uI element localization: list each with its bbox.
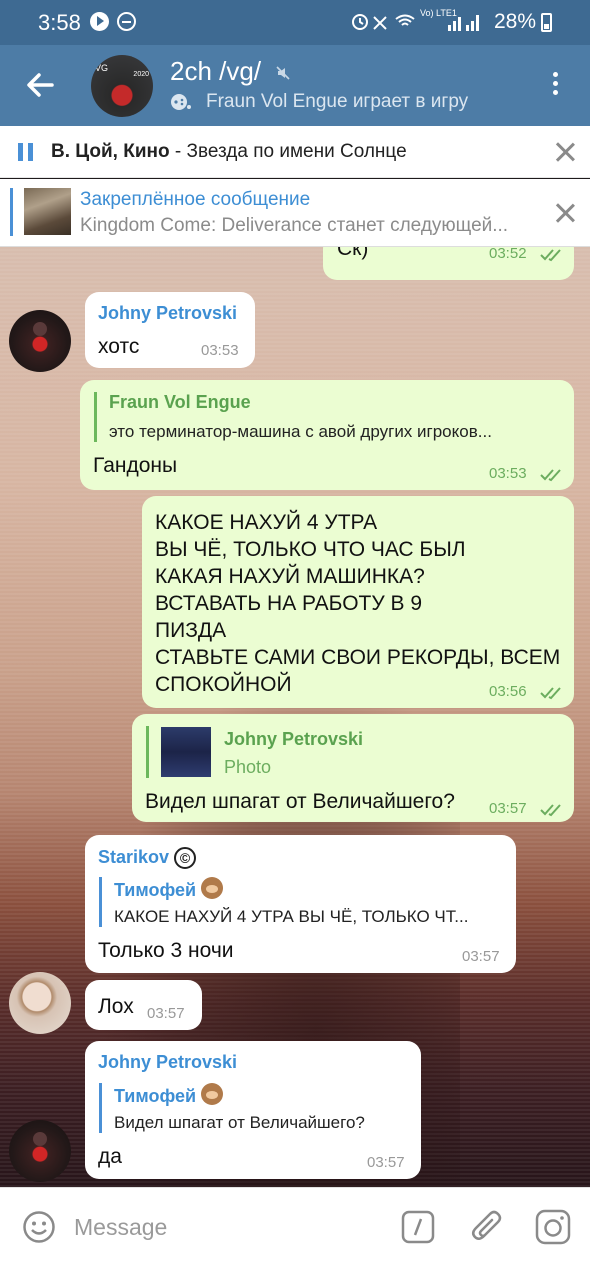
chat-header: VG 2020 2ch /vg/ Fraun Vol Engue играет … [0, 45, 590, 126]
message-time: 03:57 [489, 800, 527, 817]
reply-sender[interactable]: Johny Petrovski [224, 729, 363, 750]
message-time: 03:53 [201, 342, 239, 359]
message-outgoing[interactable]: Johny Petrovski Photo Видел шпагат от Ве… [132, 714, 574, 822]
message-outgoing[interactable]: КАКОЕ НАХУЙ 4 УТРА ВЫ ЧЁ, ТОЛЬКО ЧТО ЧАС… [142, 496, 574, 708]
reply-accent [99, 1083, 102, 1133]
message-text: Гандоны [93, 454, 178, 477]
message-line: ВСТАВАТЬ НА РАБОТУ В 9 [155, 592, 423, 615]
track-separator: - [169, 141, 187, 162]
reply-sender[interactable]: Fraun Vol Engue [109, 392, 251, 413]
camera-icon[interactable] [535, 1209, 571, 1245]
reply-text: Видел шпагат от Величайшего? [114, 1113, 365, 1132]
read-checks-icon [540, 687, 561, 700]
pinned-message-bar[interactable]: Закреплённое сообщение Kingdom Come: Del… [0, 179, 590, 247]
message-time: 03:52 [489, 247, 527, 262]
read-checks-icon [540, 469, 561, 482]
message-outgoing[interactable]: Fraun Vol Engue это терминатор-машина с … [80, 380, 574, 490]
message-line: СПОКОЙНОЙ [155, 673, 292, 696]
message-line: ПИЗДА [155, 619, 227, 642]
pinned-accent-line [10, 188, 13, 236]
message-incoming[interactable]: Johny Petrovski хотс 03:53 [85, 292, 255, 368]
message-incoming[interactable]: Лох 03:57 [85, 980, 202, 1030]
track-title: Звезда по имени Солнце [186, 141, 407, 162]
message-time: 03:57 [462, 948, 500, 965]
bot-commands-icon[interactable] [401, 1210, 435, 1244]
monkey-emoji-icon [201, 877, 224, 899]
message-time: 03:56 [489, 683, 527, 700]
pause-icon[interactable] [18, 143, 34, 161]
message-line: СТАВЬТЕ САМИ СВОИ РЕКОРДЫ, ВСЕМ [155, 646, 561, 669]
message-time: 03:57 [147, 1005, 185, 1022]
read-checks-icon [540, 249, 561, 262]
avatar-text: VG [95, 63, 109, 73]
close-player-icon[interactable] [555, 142, 575, 162]
reply-text: Photo [224, 757, 272, 777]
message-input-bar [0, 1187, 590, 1280]
dnd-icon [117, 12, 136, 31]
avatar-year: 2020 [133, 71, 149, 78]
read-checks-icon [540, 804, 561, 817]
message-time: 03:57 [367, 1154, 405, 1171]
gamepad-icon [171, 94, 191, 110]
message-time: 03:53 [489, 465, 527, 482]
network-icons [352, 11, 482, 38]
alarm-mute-wifi-signal-icon [352, 14, 479, 31]
reply-text: это терминатор-машина с авой других игро… [109, 422, 492, 441]
close-pinned-icon[interactable] [555, 203, 575, 223]
sender-badge: © [174, 847, 197, 869]
message-incoming[interactable]: Johny Petrovski Тимофей Видел шпагат от … [85, 1041, 421, 1179]
message-text: да [98, 1145, 122, 1168]
lte-label: Vo) LTE1 [420, 8, 457, 18]
message-outgoing[interactable]: Ск) 03:52 [323, 247, 574, 280]
message-incoming[interactable]: Starikov © Тимофей КАКОЕ НАХУЙ 4 УТРА ВЫ… [85, 835, 516, 973]
reply-sender[interactable]: Тимофей [114, 877, 224, 901]
music-player-bar[interactable]: В. Цой, Кино - Звезда по имени Солнце [0, 126, 590, 178]
message-text: Ск) [337, 247, 369, 260]
emoji-icon[interactable] [22, 1210, 56, 1244]
message-text: Лох [98, 995, 134, 1018]
track-artist: В. Цой, Кино [51, 141, 170, 162]
status-bar: 3:58 Vo) LTE1 28% [0, 0, 590, 45]
reply-accent [99, 877, 102, 927]
message-text: Только 3 ночи [98, 939, 234, 962]
battery-icon [541, 13, 552, 32]
sender-avatar[interactable] [9, 1120, 71, 1182]
reply-accent [94, 392, 97, 442]
chat-title[interactable]: 2ch /vg/ [170, 56, 261, 87]
pinned-title: Закреплённое сообщение [80, 189, 311, 210]
sender-avatar[interactable] [9, 310, 71, 372]
message-line: КАКАЯ НАХУЙ МАШИНКА? [155, 565, 425, 588]
message-line: ВЫ ЧЁ, ТОЛЬКО ЧТО ЧАС БЫЛ [155, 538, 466, 561]
sender-name[interactable]: Johny Petrovski [98, 1052, 237, 1073]
reply-accent [146, 726, 149, 778]
media-play-icon [90, 12, 109, 31]
message-line: КАКОЕ НАХУЙ 4 УТРА [155, 511, 378, 534]
chat-subtitle: Fraun Vol Engue играет в игру [206, 91, 469, 112]
message-text: хотс [98, 335, 140, 358]
reply-sender[interactable]: Тимофей [114, 1083, 224, 1107]
reply-photo-thumbnail[interactable] [161, 727, 211, 777]
sender-name[interactable]: Starikov © [98, 847, 197, 869]
reply-text: КАКОЕ НАХУЙ 4 УТРА ВЫ ЧЁ, ТОЛЬКО ЧТ... [114, 907, 469, 926]
sender-avatar[interactable] [9, 972, 71, 1034]
status-time: 3:58 [38, 10, 81, 35]
back-arrow-icon[interactable] [22, 67, 58, 103]
message-input[interactable] [74, 1208, 374, 1246]
mute-icon [276, 66, 290, 80]
sender-name[interactable]: Johny Petrovski [98, 303, 237, 324]
monkey-emoji-icon [201, 1083, 224, 1105]
pinned-text: Kingdom Come: Deliverance станет следующ… [80, 215, 509, 236]
battery-percent: 28% [494, 10, 537, 33]
pinned-thumbnail [24, 188, 71, 235]
more-menu-icon[interactable] [547, 72, 563, 100]
group-avatar[interactable]: VG 2020 [91, 55, 153, 117]
chat-area[interactable]: Ск) 03:52 Johny Petrovski хотс 03:53 Fra… [0, 247, 590, 1187]
message-text: Видел шпагат от Величайшего? [145, 790, 455, 813]
track-info[interactable]: В. Цой, Кино - Звезда по имени Солнце [51, 141, 407, 163]
attach-icon[interactable] [470, 1209, 504, 1245]
